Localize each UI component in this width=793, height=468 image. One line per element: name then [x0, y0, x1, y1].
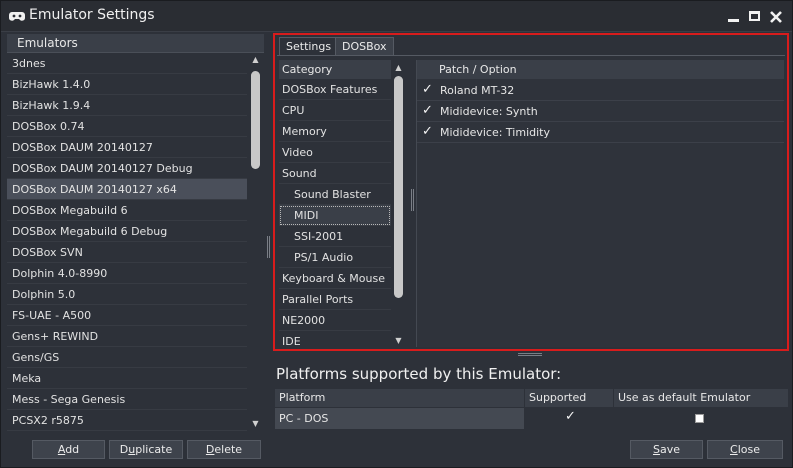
- column-header-platform: Platform: [275, 389, 524, 407]
- emulator-list-item[interactable]: DOSBox 0.74: [7, 116, 247, 137]
- gamepad-icon: [9, 12, 25, 21]
- scroll-down-arrow-icon[interactable]: ▼: [392, 336, 405, 346]
- save-button[interactable]: Save: [630, 440, 703, 459]
- platforms-table: Platform Supported Use as default Emulat…: [275, 389, 788, 431]
- close-icon: [770, 11, 782, 23]
- category-item[interactable]: NE2000: [279, 310, 391, 331]
- patch-option-header: Patch / Option: [417, 60, 784, 79]
- emulator-list-item[interactable]: Gens/GS: [7, 347, 247, 368]
- patch-option-label: Mididevice: Timidity: [440, 126, 550, 139]
- scroll-thumb[interactable]: [394, 76, 403, 298]
- emulator-list-item[interactable]: DOSBox DAUM 20140127 x64: [7, 179, 247, 200]
- category-item[interactable]: PS/1 Audio: [279, 247, 391, 268]
- column-header-supported: Supported: [525, 389, 613, 407]
- emulator-list-item[interactable]: PCSX2 r5875: [7, 410, 247, 431]
- duplicate-button[interactable]: Duplicate: [109, 440, 183, 459]
- scroll-up-arrow-icon[interactable]: ▲: [249, 55, 262, 65]
- tab-content: Category DOSBox Features CPU Memory Video So…: [277, 55, 785, 347]
- settings-tabs-region: Settings DOSBox Patches Category DOSBox …: [273, 33, 789, 351]
- horizontal-splitter-handle[interactable]: [518, 353, 542, 356]
- patch-option-row[interactable]: ✓ Mididevice: Timidity: [417, 122, 784, 143]
- column-header-default: Use as default Emulator: [614, 389, 788, 407]
- default-emulator-checkbox[interactable]: [695, 414, 704, 423]
- emulators-header: Emulators: [7, 34, 264, 53]
- emulators-scrollbar[interactable]: ▲ ▼: [249, 53, 262, 431]
- emulator-list-item[interactable]: Mess - Sega Genesis: [7, 389, 247, 410]
- category-item[interactable]: Keyboard & Mouse: [279, 268, 391, 289]
- close-window-button[interactable]: [768, 7, 784, 25]
- patch-option-row[interactable]: ✓ Mididevice: Synth: [417, 101, 784, 122]
- scroll-thumb[interactable]: [251, 71, 260, 169]
- emulator-list-item[interactable]: BizHawk 1.9.4: [7, 95, 247, 116]
- emulator-list-item[interactable]: Meka: [7, 368, 247, 389]
- vertical-splitter-handle[interactable]: [411, 189, 414, 211]
- emulator-list-item[interactable]: DOSBox Megabuild 6: [7, 200, 247, 221]
- patch-option-panel: Patch / Option ✓ Roland MT-32 ✓ Mididevice:…: [416, 60, 784, 347]
- emulator-list-item[interactable]: Gens+ REWIND: [7, 326, 247, 347]
- close-button[interactable]: Close: [707, 440, 783, 459]
- emulator-settings-window: Emulator Settings Emulators 3dnes BizHawk…: [0, 0, 793, 468]
- minimize-button[interactable]: [726, 7, 742, 25]
- platforms-title: Platforms supported by this Emulator:: [276, 365, 562, 383]
- supported-checkbox-checked-icon[interactable]: ✓: [565, 409, 576, 424]
- patch-option-row[interactable]: ✓ Roland MT-32: [417, 80, 784, 101]
- scroll-down-arrow-icon[interactable]: ▼: [249, 419, 262, 429]
- emulators-panel: Emulators 3dnes BizHawk 1.4.0 BizHawk 1.9.…: [7, 34, 264, 464]
- category-item[interactable]: Memory: [279, 121, 391, 142]
- maximize-icon: [749, 11, 760, 21]
- emulators-list[interactable]: 3dnes BizHawk 1.4.0 BizHawk 1.9.4 DOSBox 0.…: [7, 53, 247, 431]
- emulator-list-item[interactable]: FS-UAE - A500: [7, 305, 247, 326]
- category-item[interactable]: Video: [279, 142, 391, 163]
- emulator-list-item[interactable]: DOSBox DAUM 20140127 Debug: [7, 158, 247, 179]
- emulator-list-item[interactable]: Dolphin 4.0-8990: [7, 263, 247, 284]
- emulator-list-item[interactable]: BizHawk 1.4.0: [7, 74, 247, 95]
- checkbox-checked-icon[interactable]: ✓: [422, 104, 434, 117]
- vertical-splitter-handle[interactable]: [267, 236, 270, 258]
- category-item[interactable]: MIDI: [279, 205, 391, 226]
- checkbox-checked-icon[interactable]: ✓: [422, 125, 434, 138]
- emulator-list-item[interactable]: 3dnes: [7, 53, 247, 74]
- tab-settings[interactable]: Settings: [279, 37, 339, 56]
- window-title: Emulator Settings: [29, 7, 155, 23]
- category-item[interactable]: IDE: [279, 331, 391, 347]
- minimize-icon: [728, 19, 739, 22]
- category-item[interactable]: Parallel Ports: [279, 289, 391, 310]
- delete-button[interactable]: Delete: [187, 440, 261, 459]
- maximize-button[interactable]: [747, 7, 763, 25]
- platform-cell[interactable]: PC - DOS: [275, 408, 524, 429]
- category-item[interactable]: SSI-2001: [279, 226, 391, 247]
- emulator-list-item[interactable]: DOSBox Megabuild 6 Debug: [7, 221, 247, 242]
- patch-option-label: Roland MT-32: [440, 84, 515, 97]
- title-bar[interactable]: Emulator Settings: [1, 1, 792, 32]
- patch-option-label: Mididevice: Synth: [440, 105, 538, 118]
- emulator-list-item[interactable]: DOSBox DAUM 20140127: [7, 137, 247, 158]
- category-item[interactable]: Sound Blaster: [279, 184, 391, 205]
- tab-dosbox-patches[interactable]: DOSBox Patches: [335, 37, 394, 71]
- emulator-list-item[interactable]: DOSBox SVN: [7, 242, 247, 263]
- checkbox-checked-icon[interactable]: ✓: [422, 83, 434, 96]
- add-button[interactable]: Add: [32, 440, 105, 459]
- category-list[interactable]: DOSBox Features CPU Memory Video Sound Sound …: [279, 79, 391, 347]
- category-item[interactable]: Sound: [279, 163, 391, 184]
- category-item[interactable]: CPU: [279, 100, 391, 121]
- category-scrollbar[interactable]: ▲ ▼: [392, 60, 405, 347]
- category-header: Category: [279, 60, 391, 79]
- category-item[interactable]: DOSBox Features: [279, 79, 391, 100]
- emulator-list-item[interactable]: Dolphin 5.0: [7, 284, 247, 305]
- scroll-up-arrow-icon[interactable]: ▲: [392, 63, 405, 73]
